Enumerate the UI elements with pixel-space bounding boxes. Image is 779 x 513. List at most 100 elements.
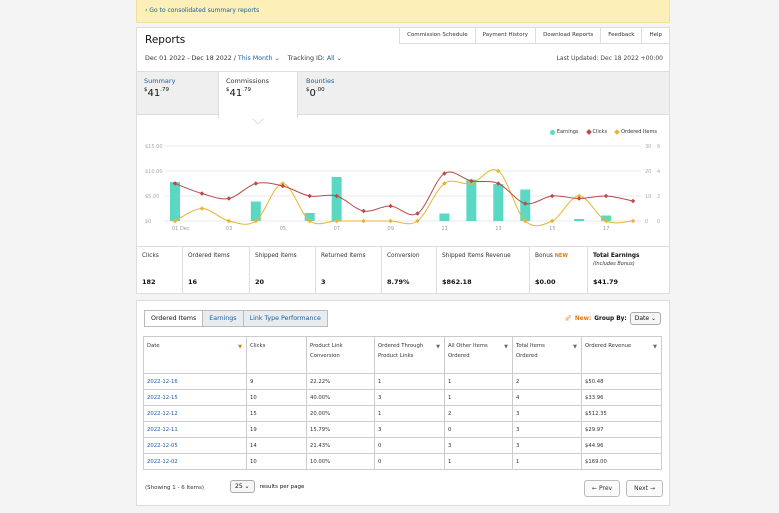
sort-icon: ▼ bbox=[573, 344, 577, 350]
clicks-point bbox=[226, 196, 232, 201]
clicks-point bbox=[549, 193, 555, 199]
group-by-select[interactable]: Date ⌄ bbox=[629, 312, 661, 325]
table-cell: 1 bbox=[444, 373, 513, 390]
metric-bounties[interactable]: Bounties $0.00 bbox=[299, 72, 379, 116]
per-page-select[interactable]: 25 ⌄ bbox=[230, 480, 255, 493]
tab-download-reports[interactable]: Download Reports bbox=[535, 28, 601, 44]
table-cell: 10.00% bbox=[306, 453, 375, 470]
table-cell: 3 bbox=[512, 437, 582, 454]
period-dropdown[interactable]: This Month ⌄ bbox=[238, 55, 280, 62]
y-tick-label: 6 bbox=[657, 144, 660, 150]
row-date-link[interactable]: 2022-12-02 bbox=[143, 453, 247, 470]
stat-total-earnings: Total Earnings (Includes Bonus) $41.79 bbox=[593, 253, 640, 286]
clicks-point bbox=[603, 193, 609, 199]
legend-clicks[interactable]: Clicks bbox=[585, 129, 607, 135]
table-row: 2022-12-12 15 20.00% 1 2 3 $512.35 bbox=[143, 405, 662, 422]
col-conversion[interactable]: Product Link Conversion bbox=[306, 336, 375, 374]
clicks-point bbox=[361, 208, 366, 214]
table-row: 2022-12-16 9 22.22% 1 1 2 $50.48 bbox=[143, 373, 662, 390]
col-through-links[interactable]: Ordered Through Product Links ▼ bbox=[374, 336, 445, 374]
row-date-link[interactable]: 2022-12-05 bbox=[143, 437, 247, 454]
x-tick-label: 07 bbox=[334, 226, 340, 232]
sort-icon: ▼ bbox=[436, 344, 440, 350]
x-tick-label: 05 bbox=[280, 226, 286, 232]
showing-count: (Showing 1 - 6 Items) bbox=[145, 485, 204, 491]
table-cell: $169.00 bbox=[581, 453, 662, 470]
ordered-items-point bbox=[361, 218, 366, 224]
ordered-items-point bbox=[549, 218, 555, 224]
y-tick-label: 20 bbox=[645, 169, 651, 175]
table-cell: 15.79% bbox=[306, 421, 375, 438]
tracking-id-dropdown[interactable]: All ⌄ bbox=[327, 55, 342, 62]
col-clicks[interactable]: Clicks bbox=[246, 336, 307, 374]
prev-button[interactable]: ← Prev bbox=[584, 480, 621, 497]
table-cell: 1 bbox=[512, 453, 582, 470]
metric-commissions-label: Commissions bbox=[226, 77, 270, 85]
stats-row: Clicks 182 Ordered Items 16 Shipped Items 2… bbox=[137, 246, 669, 294]
ordered-items-table: Date ▼ Clicks Product Link Conversion Ord… bbox=[143, 336, 662, 470]
row-date-link[interactable]: 2022-12-16 bbox=[143, 373, 247, 390]
table-cell: 0 bbox=[374, 453, 445, 470]
new-badge: NEW bbox=[554, 253, 568, 259]
orders-tabs: Ordered Items Earnings Link Type Perform… bbox=[144, 310, 328, 327]
earnings-bar bbox=[574, 219, 585, 221]
metric-bounties-label: Bounties bbox=[306, 77, 335, 85]
ordered-items-point bbox=[199, 206, 205, 211]
col-revenue[interactable]: Ordered Revenue ▼ bbox=[581, 336, 662, 374]
y-tick-label: 4 bbox=[657, 169, 660, 175]
col-total-items[interactable]: Total Items Ordered ▼ bbox=[512, 336, 582, 374]
row-date-link[interactable]: 2022-12-11 bbox=[143, 421, 247, 438]
table-cell: 40.00% bbox=[306, 389, 375, 406]
col-other-items[interactable]: All Other Items Ordered ▼ bbox=[444, 336, 513, 374]
col-date[interactable]: Date ▼ bbox=[143, 336, 247, 374]
stat-shipped-revenue: Shipped Items Revenue $862.18 bbox=[437, 247, 530, 294]
tab-link-type-performance[interactable]: Link Type Performance bbox=[242, 310, 328, 327]
pagination: ← Prev Next → bbox=[584, 480, 663, 497]
tab-ordered-items[interactable]: Ordered Items bbox=[144, 310, 204, 327]
tab-earnings[interactable]: Earnings bbox=[202, 310, 244, 327]
stat-returned-items: Returned Items 3 bbox=[316, 247, 382, 294]
table-cell: 2 bbox=[444, 405, 513, 422]
tab-commission-schedule[interactable]: Commission Schedule bbox=[399, 28, 475, 44]
table-cell: 9 bbox=[246, 373, 307, 390]
table-row: 2022-12-15 10 40.00% 3 1 4 $33.96 bbox=[143, 389, 662, 406]
table-cell: 3 bbox=[374, 421, 445, 438]
consolidated-summary-link[interactable]: ‹ Go to consolidated summary reports bbox=[145, 7, 259, 14]
table-cell: 10 bbox=[246, 389, 307, 406]
summary-banner: ‹ Go to consolidated summary reports bbox=[136, 0, 670, 23]
table-cell: 1 bbox=[444, 453, 513, 470]
table-cell: 4 bbox=[512, 389, 582, 406]
stat-bonus: Bonus NEW $0.00 bbox=[530, 247, 588, 294]
metric-summary[interactable]: Summary $41.79 bbox=[137, 72, 219, 116]
tab-feedback[interactable]: Feedback bbox=[600, 28, 642, 44]
ordered-items-point bbox=[630, 218, 636, 224]
earnings-chart: Earnings Clicks Ordered Items $15.00 30 6 $… bbox=[137, 116, 669, 246]
tab-help[interactable]: Help bbox=[641, 28, 669, 44]
metric-commissions[interactable]: Commissions $41.79 bbox=[218, 72, 298, 118]
stat-conversion: Conversion 8.79% bbox=[382, 247, 437, 294]
x-tick-label: 13 bbox=[495, 226, 501, 232]
metric-tabs: Summary $41.79 Commissions $41.79 Bounti… bbox=[137, 71, 669, 118]
table-cell: 3 bbox=[512, 405, 582, 422]
earnings-bar bbox=[331, 177, 342, 221]
stat-clicks: Clicks 182 bbox=[137, 247, 183, 294]
tab-payment-history[interactable]: Payment History bbox=[474, 28, 536, 44]
table-cell: $44.96 bbox=[581, 437, 662, 454]
y-tick-label: 10 bbox=[645, 194, 651, 200]
y-tick-label: 0 bbox=[645, 219, 648, 225]
x-tick-label: 03 bbox=[226, 226, 232, 232]
earnings-bar bbox=[493, 184, 504, 221]
reports-panel: Reports Commission Schedule Payment Hist… bbox=[136, 27, 670, 294]
legend-earnings[interactable]: Earnings bbox=[549, 129, 579, 135]
row-date-link[interactable]: 2022-12-12 bbox=[143, 405, 247, 422]
table-cell: 1 bbox=[374, 405, 445, 422]
row-date-link[interactable]: 2022-12-15 bbox=[143, 389, 247, 406]
metric-summary-label: Summary bbox=[144, 77, 176, 85]
legend-ordered-items[interactable]: Ordered Items bbox=[614, 129, 657, 135]
earnings-bar bbox=[170, 182, 180, 221]
clicks-point bbox=[576, 196, 582, 201]
last-updated: Last Updated: Dec 18 2022 +00:00 bbox=[556, 55, 663, 62]
table-row: 2022-12-02 10 10.00% 0 1 1 $169.00 bbox=[143, 453, 662, 470]
table-cell: 0 bbox=[444, 421, 513, 438]
next-button[interactable]: Next → bbox=[626, 480, 663, 497]
